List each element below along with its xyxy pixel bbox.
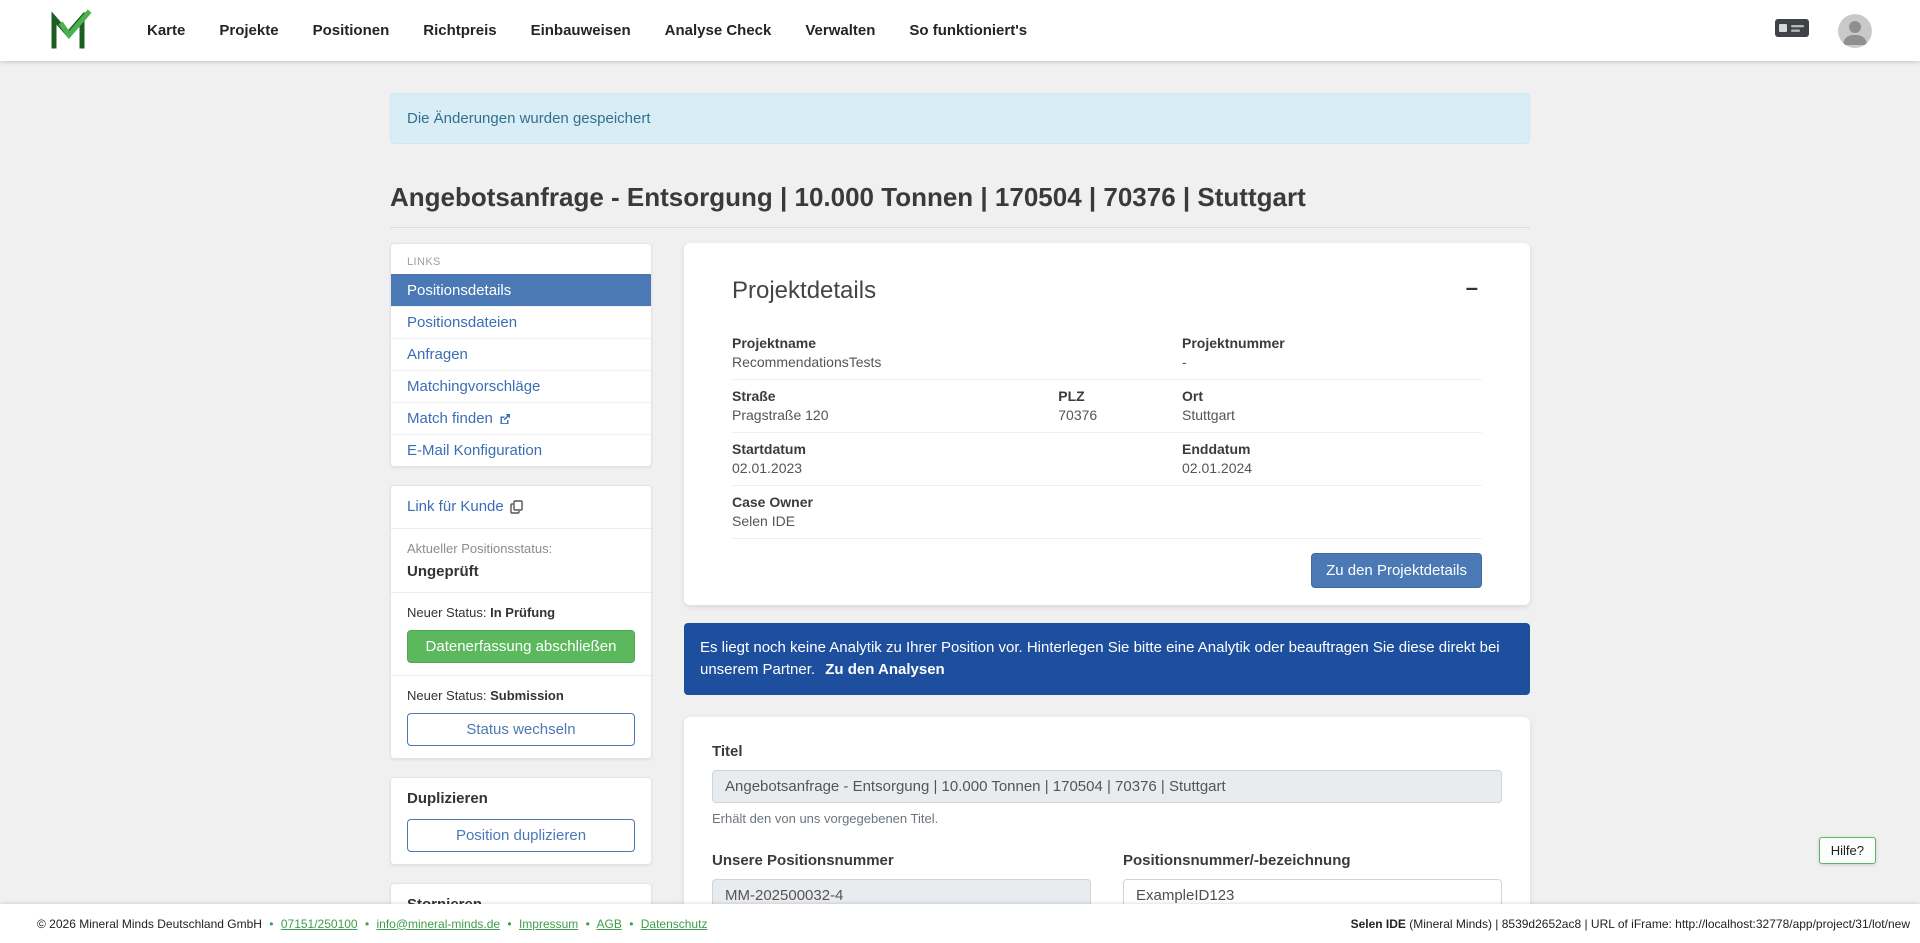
status-card: Link für Kunde Aktueller Positionsstatus…: [390, 485, 652, 759]
complete-data-entry-button[interactable]: Datenerfassung abschließen: [407, 630, 635, 663]
sidebar-item-anfragen[interactable]: Anfragen: [391, 338, 651, 370]
datenschutz-link[interactable]: Datenschutz: [641, 917, 708, 931]
field-label: Enddatum: [1182, 441, 1482, 458]
separator: •: [507, 917, 511, 931]
project-details-title: Projektdetails: [732, 277, 876, 305]
mineral-minds-logo-icon: [47, 9, 91, 53]
current-status-value: Ungeprüft: [407, 563, 635, 580]
project-details-button[interactable]: Zu den Projektdetails: [1311, 553, 1482, 588]
next-status-line: Neuer Status: In Prüfung: [407, 605, 635, 620]
field-value: Stuttgart: [1182, 407, 1482, 424]
sidebar-item-email-konfiguration[interactable]: E-Mail Konfiguration: [391, 434, 651, 466]
duplicate-card-title: Duplizieren: [407, 790, 635, 807]
field-label: Projektname: [732, 335, 1182, 352]
email-link[interactable]: info@mineral-minds.de: [376, 917, 500, 931]
position-number-label: Unsere Positionsnummer: [712, 852, 1091, 869]
sidebar-item-matchingvorschlaege[interactable]: Matchingvorschläge: [391, 370, 651, 402]
next-status-value: In Prüfung: [490, 605, 555, 620]
field-value: Pragstraße 120: [732, 407, 1058, 424]
customer-link[interactable]: Link für Kunde: [407, 498, 523, 515]
analytics-banner-text: Es liegt noch keine Analytik zu Ihrer Po…: [700, 639, 1500, 678]
external-link-icon: [499, 413, 511, 425]
nav-item-karte[interactable]: Karte: [147, 22, 185, 39]
app-logo[interactable]: [47, 9, 91, 53]
analytics-banner: Es liegt noch keine Analytik zu Ihrer Po…: [684, 623, 1530, 695]
field-value: 70376: [1058, 407, 1182, 424]
sidebar-item-positionsdateien[interactable]: Positionsdateien: [391, 306, 651, 338]
next-status-value: Submission: [490, 688, 564, 703]
field-label: Projektnummer: [1182, 335, 1482, 352]
separator: •: [629, 917, 633, 931]
separator: •: [269, 917, 273, 931]
nav-item-einbauweisen[interactable]: Einbauweisen: [531, 22, 631, 39]
customer-link-label: Link für Kunde: [407, 498, 504, 515]
sidebar-item-label: E-Mail Konfiguration: [407, 442, 542, 459]
titel-label: Titel: [712, 743, 1502, 760]
field-label: Startdatum: [732, 441, 1182, 458]
impressum-link[interactable]: Impressum: [519, 917, 578, 931]
analytics-link[interactable]: Zu den Analysen: [825, 661, 944, 678]
links-card: LINKS Positionsdetails Positionsdateien …: [390, 243, 652, 467]
field-label: Ort: [1182, 388, 1482, 405]
page-title: Angebotsanfrage - Entsorgung | 10.000 To…: [390, 182, 1530, 228]
footer-session-info: (Mineral Minds) | 8539d2652ac8 | URL of …: [1406, 917, 1910, 931]
position-designation-label: Positionsnummer/-bezeichnung: [1123, 852, 1502, 869]
copyright-text: © 2026 Mineral Minds Deutschland GmbH: [37, 917, 262, 931]
duplicate-card: Duplizieren Position duplizieren: [390, 777, 652, 865]
nav-item-verwalten[interactable]: Verwalten: [805, 22, 875, 39]
nav-item-so-funktionierts[interactable]: So funktioniert's: [909, 22, 1027, 39]
main-navigation: Karte Projekte Positionen Richtpreis Ein…: [147, 22, 1027, 39]
phone-link[interactable]: 07151/250100: [281, 917, 358, 931]
next-status-label: Neuer Status:: [407, 605, 487, 620]
sidebar-item-label: Positionsdateien: [407, 314, 517, 331]
footer-right: Selen IDE (Mineral Minds) | 8539d2652ac8…: [1351, 917, 1910, 931]
project-details-card: Projektdetails – Projektname Recommendat…: [684, 243, 1530, 605]
sidebar-item-label: Positionsdetails: [407, 282, 511, 299]
nav-item-projekte[interactable]: Projekte: [219, 22, 278, 39]
nav-item-analyse-check[interactable]: Analyse Check: [665, 22, 772, 39]
duplicate-position-button[interactable]: Position duplizieren: [407, 819, 635, 852]
sidebar-item-label: Match finden: [407, 410, 493, 427]
help-button[interactable]: Hilfe?: [1819, 837, 1876, 864]
nav-item-positionen[interactable]: Positionen: [313, 22, 390, 39]
field-label: PLZ: [1058, 388, 1182, 405]
sidebar-item-positionsdetails[interactable]: Positionsdetails: [391, 274, 651, 306]
sidebar-item-match-finden[interactable]: Match finden: [391, 402, 651, 434]
user-avatar[interactable]: [1838, 14, 1872, 48]
field-value: RecommendationsTests: [732, 354, 1182, 371]
links-card-header: LINKS: [391, 244, 651, 274]
field-value: 02.01.2024: [1182, 460, 1482, 477]
sidebar-item-label: Anfragen: [407, 346, 468, 363]
device-icon[interactable]: [1774, 16, 1810, 45]
separator: •: [586, 917, 590, 931]
footer-user: Selen IDE: [1351, 917, 1406, 931]
field-value: -: [1182, 354, 1482, 371]
titel-help: Erhält den von uns vorgegebenen Titel.: [712, 811, 1502, 826]
field-value: Selen IDE: [732, 513, 1482, 530]
project-details-grid: Projektname RecommendationsTests Projekt…: [732, 327, 1482, 539]
next-status-line: Neuer Status: Submission: [407, 688, 635, 703]
collapse-icon[interactable]: –: [1462, 277, 1482, 299]
sidebar: LINKS Positionsdetails Positionsdateien …: [390, 243, 652, 943]
nav-item-richtpreis[interactable]: Richtpreis: [423, 22, 496, 39]
current-status-label: Aktueller Positionsstatus:: [407, 541, 635, 556]
footer-left: © 2026 Mineral Minds Deutschland GmbH • …: [37, 917, 707, 931]
sidebar-item-label: Matchingvorschläge: [407, 378, 540, 395]
copy-icon: [510, 500, 523, 514]
main-content: Projektdetails – Projektname Recommendat…: [684, 243, 1530, 943]
field-value: 02.01.2023: [732, 460, 1182, 477]
agb-link[interactable]: AGB: [597, 917, 622, 931]
status-change-button[interactable]: Status wechseln: [407, 713, 635, 746]
next-status-label: Neuer Status:: [407, 688, 487, 703]
top-navbar: Karte Projekte Positionen Richtpreis Ein…: [0, 0, 1920, 61]
success-alert: Die Änderungen wurden gespeichert: [390, 93, 1530, 144]
separator: •: [365, 917, 369, 931]
titel-input: [712, 770, 1502, 803]
navbar-right: [1774, 14, 1872, 48]
field-label: Case Owner: [732, 494, 1482, 511]
footer: © 2026 Mineral Minds Deutschland GmbH • …: [0, 904, 1920, 943]
field-label: Straße: [732, 388, 1058, 405]
